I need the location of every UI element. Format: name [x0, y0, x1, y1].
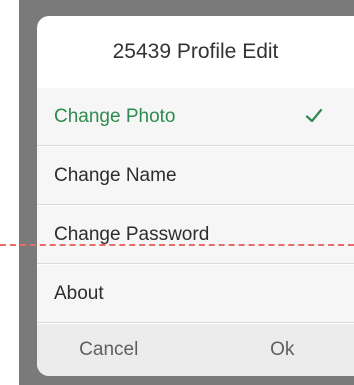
page: 25439 Profile Edit Change Photo Change N… — [0, 0, 354, 385]
option-about[interactable]: About — [37, 265, 354, 323]
ok-button[interactable]: Ok — [201, 324, 354, 376]
profile-edit-dialog: 25439 Profile Edit Change Photo Change N… — [37, 16, 354, 376]
check-icon — [305, 108, 323, 123]
option-change-photo[interactable]: Change Photo — [37, 88, 354, 146]
option-label: About — [54, 282, 104, 304]
dialog-footer: Cancel Ok — [37, 324, 354, 376]
option-label: Change Name — [54, 164, 177, 186]
dialog-title: 25439 Profile Edit — [37, 16, 354, 89]
option-change-name[interactable]: Change Name — [37, 147, 354, 205]
option-label: Change Password — [54, 223, 210, 245]
dashed-guide-line — [0, 244, 354, 246]
option-label: Change Photo — [54, 105, 176, 127]
cancel-button[interactable]: Cancel — [37, 324, 201, 376]
option-change-password[interactable]: Change Password — [37, 206, 354, 264]
